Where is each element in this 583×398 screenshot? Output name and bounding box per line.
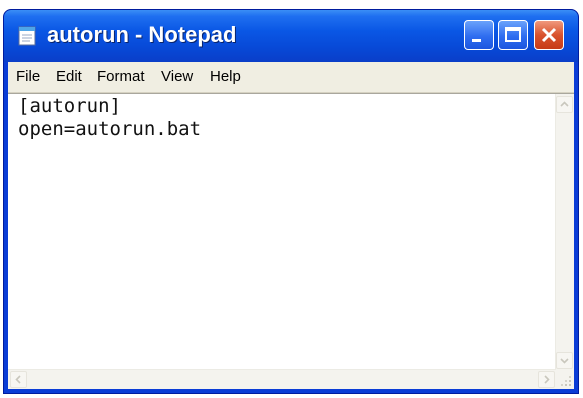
notepad-icon[interactable]: [16, 25, 38, 47]
maximize-button[interactable]: [498, 20, 528, 50]
horizontal-scrollbar[interactable]: [8, 369, 556, 389]
minimize-icon: [472, 39, 481, 42]
close-icon: [541, 27, 557, 43]
arrow-up-icon: [560, 101, 569, 107]
menu-format[interactable]: Format: [97, 68, 145, 86]
editor-text[interactable]: [autorun] open=autorun.bat: [18, 95, 201, 141]
editor-line: [autorun]: [18, 95, 121, 117]
menu-edit[interactable]: Edit: [56, 68, 82, 86]
close-button[interactable]: [534, 20, 564, 50]
scroll-left-button[interactable]: [10, 371, 27, 388]
menu-bar: File Edit Format View Help: [8, 62, 574, 93]
scroll-right-button[interactable]: [538, 371, 555, 388]
window-client-area: File Edit Format View Help [autorun] open…: [8, 62, 574, 389]
notepad-window: autorun - Notepad File Edit Format View: [3, 9, 579, 394]
scroll-down-button[interactable]: [556, 352, 573, 369]
menu-help[interactable]: Help: [210, 68, 241, 86]
menu-file[interactable]: File: [16, 68, 40, 86]
arrow-down-icon: [560, 358, 569, 364]
text-editor[interactable]: [autorun] open=autorun.bat: [8, 93, 574, 389]
minimize-button[interactable]: [464, 20, 494, 50]
resize-grip-icon: [561, 376, 571, 386]
arrow-left-icon: [15, 375, 21, 384]
resize-grip[interactable]: [556, 370, 574, 389]
arrow-right-icon: [544, 375, 550, 384]
editor-line: open=autorun.bat: [18, 118, 202, 140]
menu-view[interactable]: View: [161, 68, 193, 86]
title-bar[interactable]: autorun - Notepad: [4, 10, 578, 62]
window-title: autorun - Notepad: [47, 22, 237, 47]
vertical-scrollbar[interactable]: [555, 94, 574, 370]
scroll-up-button[interactable]: [556, 96, 573, 113]
maximize-icon: [505, 27, 521, 42]
